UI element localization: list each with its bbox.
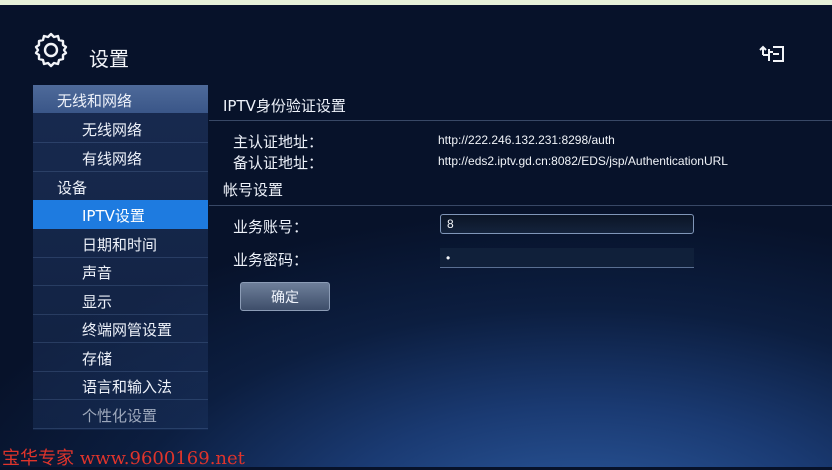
usb-icon: [759, 45, 784, 62]
sidebar-item-label: 个性化设置: [82, 407, 158, 425]
sidebar-item-label: IPTV设置: [82, 207, 145, 225]
sidebar-group-label: 无线和网络: [57, 92, 133, 110]
gear-icon: [34, 32, 68, 68]
sidebar-item-label: 有线网络: [82, 150, 143, 168]
account-label: 业务账号：: [233, 218, 309, 236]
sidebar-item-wired[interactable]: 有线网络: [33, 143, 208, 172]
sidebar-group-wireless-network: 无线和网络: [33, 85, 208, 113]
sidebar-group-label: 设备: [57, 179, 88, 197]
confirm-button[interactable]: 确定: [240, 282, 330, 311]
sidebar-item-display[interactable]: 显示: [33, 286, 208, 315]
auth-section-divider: [209, 120, 832, 121]
primary-auth-value: http://222.246.132.231:8298/auth: [438, 133, 615, 147]
sidebar-item-language-input[interactable]: 语言和输入法: [33, 371, 208, 400]
sidebar-item-personalization[interactable]: 个性化设置: [33, 400, 208, 429]
primary-auth-label: 主认证地址：: [233, 133, 324, 151]
auth-section-title: IPTV身份验证设置: [223, 97, 346, 115]
header: 设置: [0, 5, 832, 85]
account-section-divider: [209, 205, 832, 206]
sidebar-item-date-time[interactable]: 日期和时间: [33, 229, 208, 258]
sidebar-item-iptv[interactable]: IPTV设置: [33, 200, 208, 229]
sidebar-item-terminal-management[interactable]: 终端网管设置: [33, 314, 208, 343]
page-title: 设置: [89, 47, 129, 71]
account-input[interactable]: [440, 214, 694, 234]
backup-auth-label: 备认证地址：: [233, 154, 324, 172]
sidebar-item-label: 声音: [82, 264, 113, 282]
sidebar-item-sound[interactable]: 声音: [33, 257, 208, 286]
sidebar-item-wireless[interactable]: 无线网络: [33, 114, 208, 143]
password-input[interactable]: [440, 248, 694, 268]
sidebar-item-label: 语言和输入法: [82, 378, 173, 396]
sidebar-item-label: 日期和时间: [82, 236, 158, 254]
sidebar: 无线和网络 无线网络 有线网络 设备 IPTV设置 日期和时间 声音 显示 终端…: [33, 85, 208, 430]
sidebar-item-label: 无线网络: [82, 121, 143, 139]
account-section-title: 帐号设置: [223, 181, 284, 199]
sidebar-item-storage[interactable]: 存储: [33, 343, 208, 372]
sidebar-item-label: 存储: [82, 350, 113, 368]
sidebar-group-device: 设备: [33, 172, 208, 200]
iptv-settings-panel: IPTV身份验证设置 主认证地址： http://222.246.132.231…: [209, 85, 832, 467]
password-label: 业务密码：: [233, 251, 309, 269]
backup-auth-value: http://eds2.iptv.gd.cn:8082/EDS/jsp/Auth…: [438, 154, 728, 168]
sidebar-item-label: 显示: [82, 293, 113, 311]
sidebar-item-label: 终端网管设置: [82, 321, 173, 339]
